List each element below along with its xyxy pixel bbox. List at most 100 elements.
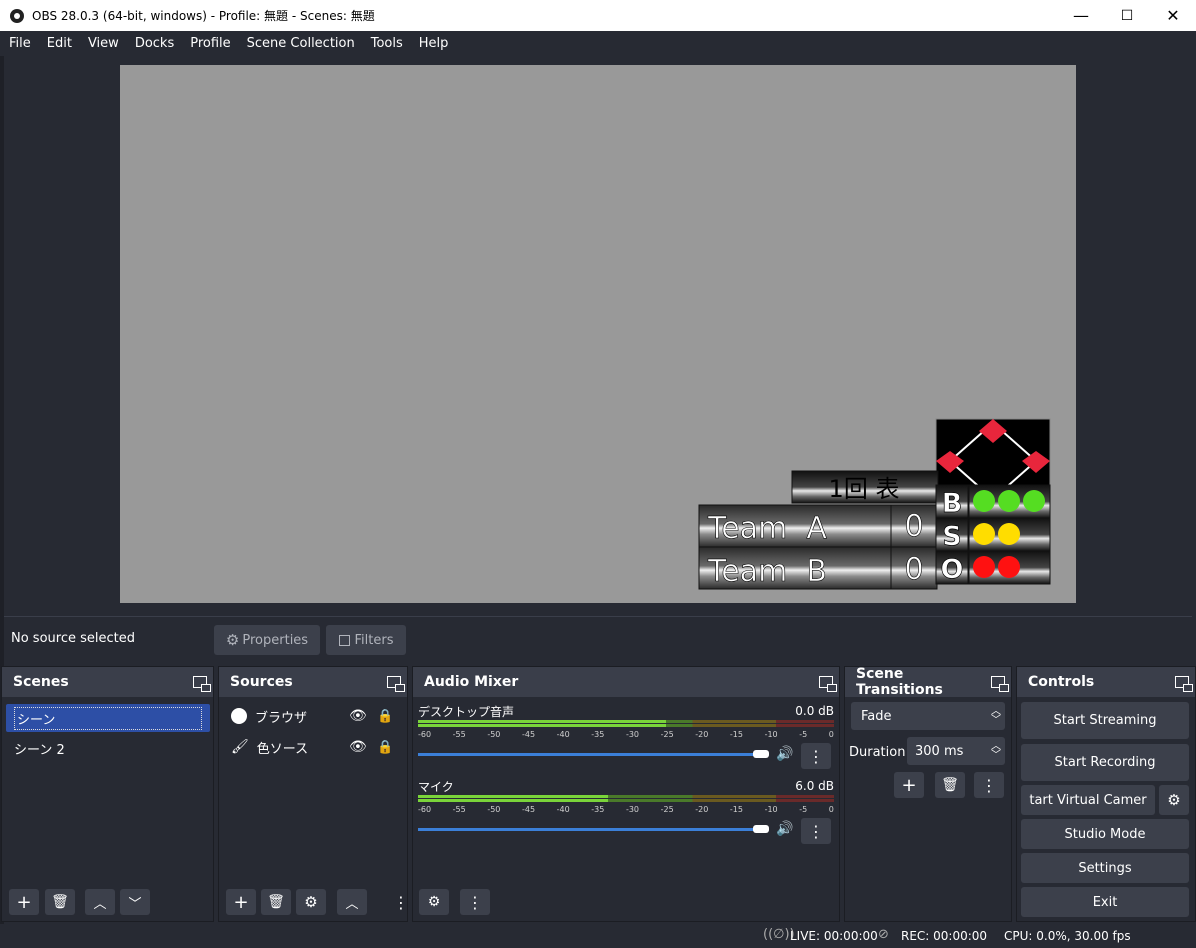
menu-profile[interactable]: Profile [190,36,230,51]
trash-icon: 🗑 [267,894,285,910]
filters-label: Filters [354,632,394,648]
meter-tick: -40 [556,805,570,814]
globe-icon [231,708,247,724]
virtual-camera-settings-button[interactable]: ⚙ [1159,785,1189,815]
properties-label: Properties [242,632,309,648]
source-item[interactable]: 🖌 色ソース 👁 🔒 [231,736,396,758]
add-source-button[interactable]: + [226,889,256,915]
undock-icon[interactable] [1175,676,1193,692]
menu-file[interactable]: File [9,36,31,51]
start-streaming-button[interactable]: Start Streaming [1021,702,1189,739]
meter-tick: -30 [625,730,640,739]
meter-tick: -5 [799,805,808,814]
controls-title: Controls [1028,674,1095,690]
chevron-up-icon: ︿ [93,896,107,912]
controls-header: Controls [1017,667,1195,697]
exit-button[interactable]: Exit [1021,887,1189,917]
meter-tick: -35 [591,805,605,814]
source-item-label: ブラウザ [255,710,308,726]
filters-button[interactable]: Filters [326,625,406,655]
menu-tools[interactable]: Tools [371,36,403,51]
move-scene-up-button[interactable]: ︿ [85,889,115,915]
sources-dock-header: Sources [219,667,407,697]
meter-tick: -55 [452,805,466,814]
channel-name: マイク [418,780,454,794]
add-transition-button[interactable]: + [894,772,924,798]
minimize-button[interactable]: — [1058,0,1104,31]
menu-help[interactable]: Help [419,36,449,51]
settings-button[interactable]: Settings [1021,853,1189,883]
window-title: OBS 28.0.3 (64-bit, windows) - Profile: … [32,9,375,23]
add-scene-button[interactable]: + [9,889,39,915]
volume-slider[interactable] [418,753,760,756]
more-icon[interactable]: ⋮ [393,893,409,912]
undock-icon[interactable] [193,676,211,692]
source-item[interactable]: ブラウザ 👁 🔒 [231,705,396,727]
speaker-icon[interactable]: 🔊 [776,821,793,837]
chevron-down-icon: ﹀ [128,896,142,912]
mixer-menu-button[interactable]: ⋮ [460,889,490,915]
remove-source-button[interactable]: 🗑 [261,889,291,915]
sources-title: Sources [230,674,293,690]
team-a-score: 0 [904,509,923,544]
menu-edit[interactable]: Edit [47,36,72,51]
scene-item[interactable]: シーン 2 [6,734,210,762]
count-light [973,523,995,545]
lock-icon[interactable]: 🔒 [377,709,393,724]
start-recording-button[interactable]: Start Recording [1021,744,1189,781]
spin-updown-icon: ︿ ﹀ [991,741,1001,761]
move-source-up-button[interactable]: ︿ [337,889,367,915]
transition-select[interactable]: Fade ︿ ﹀ [851,702,1005,730]
eye-icon[interactable]: 👁 [349,708,367,724]
gear-icon: ⚙ [225,631,240,649]
duration-spinbox[interactable]: 300 ms ︿ ﹀ [907,737,1005,765]
more-icon: ⋮ [467,892,483,912]
volume-slider-handle[interactable] [753,750,769,758]
source-properties-button[interactable]: ⚙ [296,889,326,915]
volume-slider-handle[interactable] [753,825,769,833]
scenes-title: Scenes [13,674,69,690]
properties-button[interactable]: ⚙ Properties [214,625,320,655]
eye-icon[interactable]: 👁 [349,739,367,755]
meter-tick: -10 [764,805,778,814]
lock-icon[interactable]: 🔒 [377,740,393,755]
preview-canvas[interactable]: 1回 表 Team A 0 Team B 0 BSO [120,65,1076,603]
move-scene-down-button[interactable]: ﹀ [120,889,150,915]
filter-icon [338,634,350,646]
meter-tick: -5 [799,730,808,739]
rec-status-icon: ⊘ [878,927,889,942]
menu-view[interactable]: View [88,36,119,51]
no-source-label: No source selected [11,631,135,646]
scenes-dock-header: Scenes [2,667,213,697]
transition-menu-button[interactable]: ⋮ [974,772,1004,798]
meter-tick: -60 [418,730,432,739]
transitions-header: Scene Transitions [845,666,1011,698]
undock-icon[interactable] [387,676,405,692]
channel-menu-button[interactable]: ⋮ [801,743,831,769]
studio-mode-button[interactable]: Studio Mode [1021,819,1189,849]
status-bar: ((∅)) LIVE: 00:00:00 ⊘ REC: 00:00:00 CPU… [0,924,1196,948]
meter-tick: -50 [487,805,501,814]
chevron-up-icon: ︿ [345,896,359,912]
rec-timer: REC: 00:00:00 [901,929,988,943]
remove-scene-button[interactable]: 🗑 [45,889,75,915]
duration-value: 300 ms [915,743,964,759]
start-virtual-camera-button[interactable]: tart Virtual Camer [1021,785,1155,815]
menu-scene-collection[interactable]: Scene Collection [247,36,355,51]
close-button[interactable]: ✕ [1150,0,1196,31]
team-b-score: 0 [904,552,923,587]
volume-slider[interactable] [418,828,760,831]
channel-menu-button[interactable]: ⋮ [801,818,831,844]
volume-meter-fill [418,795,609,798]
meter-tick: -50 [487,730,501,739]
advanced-audio-button[interactable]: ⚙ [419,889,449,915]
scene-item[interactable]: シーン [6,704,210,732]
meter-scale: -60 -55 -50 -45 -40 -35 -30 -25 -20 -15 -10 -5 0 [418,805,834,814]
menu-docks[interactable]: Docks [135,36,174,51]
speaker-icon[interactable]: 🔊 [776,746,793,762]
scoreboard-overlay: 1回 表 Team A 0 Team B 0 BSO [698,418,1051,590]
maximize-button[interactable]: ☐ [1104,0,1150,31]
undock-icon[interactable] [991,676,1009,692]
undock-icon[interactable] [819,676,837,692]
remove-transition-button[interactable]: 🗑 [935,772,965,798]
